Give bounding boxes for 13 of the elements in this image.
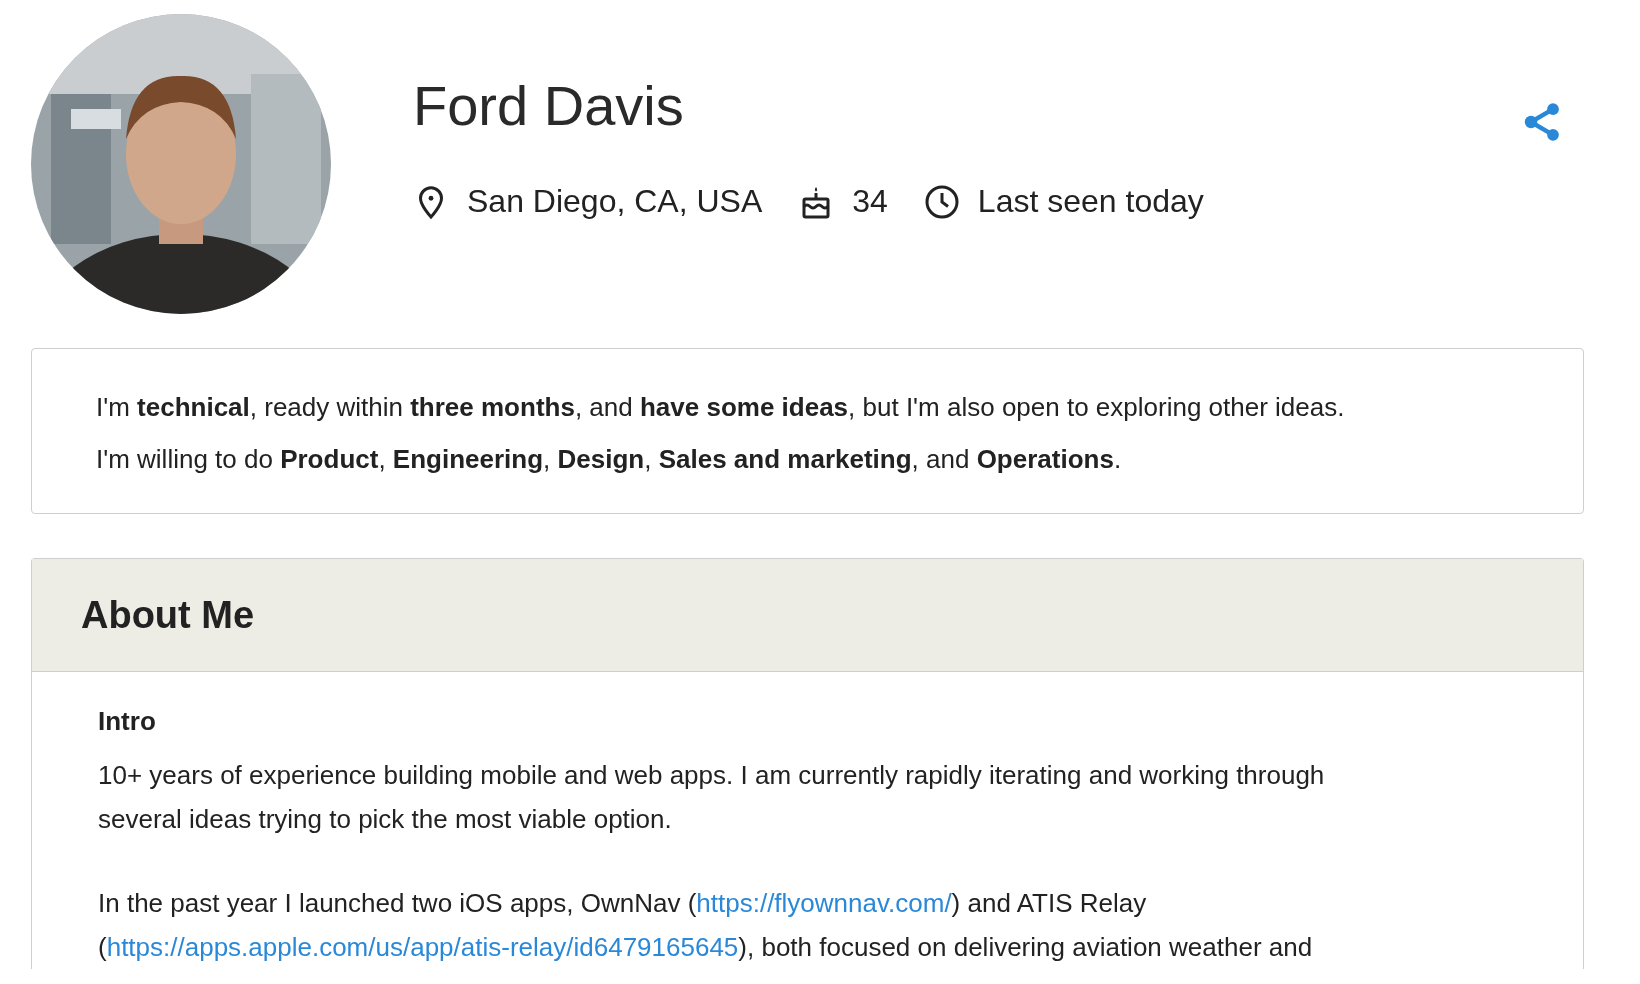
last-seen-text: Last seen today	[977, 183, 1204, 221]
location-text: San Diego, CA, USA	[467, 183, 763, 221]
section-title: About Me	[81, 593, 255, 637]
pitch-text: I'm technical, ready within three months, and have some ideas, but I'm also open to exploring other ideas.	[96, 391, 1345, 424]
paragraph-text: 10+ years of experience building mobile and web apps. I am currently rapidly iterating and working through several ideas trying to pick the most viable option.	[98, 759, 1326, 836]
age-text: 34	[852, 183, 888, 221]
clock-icon	[923, 183, 960, 220]
paragraph-text: In the past year I launched two iOS apps, OwnNav (https://flyownnav.com/) and ATIS Relay (https://apps.apple.com/us/app/atis-relay/id6479165645), both focused on delivering aviation weather and	[98, 887, 1314, 964]
profile-name: Ford Davis	[413, 73, 685, 139]
link[interactable]: https://flyownnav.com/	[696, 888, 952, 918]
pitch-text: I'm willing to do Product, Engineering, Design, Sales and marketing, and Operations.	[96, 443, 1122, 476]
link[interactable]: https://apps.apple.com/us/app/atis-relay/id6479165645	[106, 932, 739, 962]
subsection-heading: Intro	[98, 706, 157, 737]
